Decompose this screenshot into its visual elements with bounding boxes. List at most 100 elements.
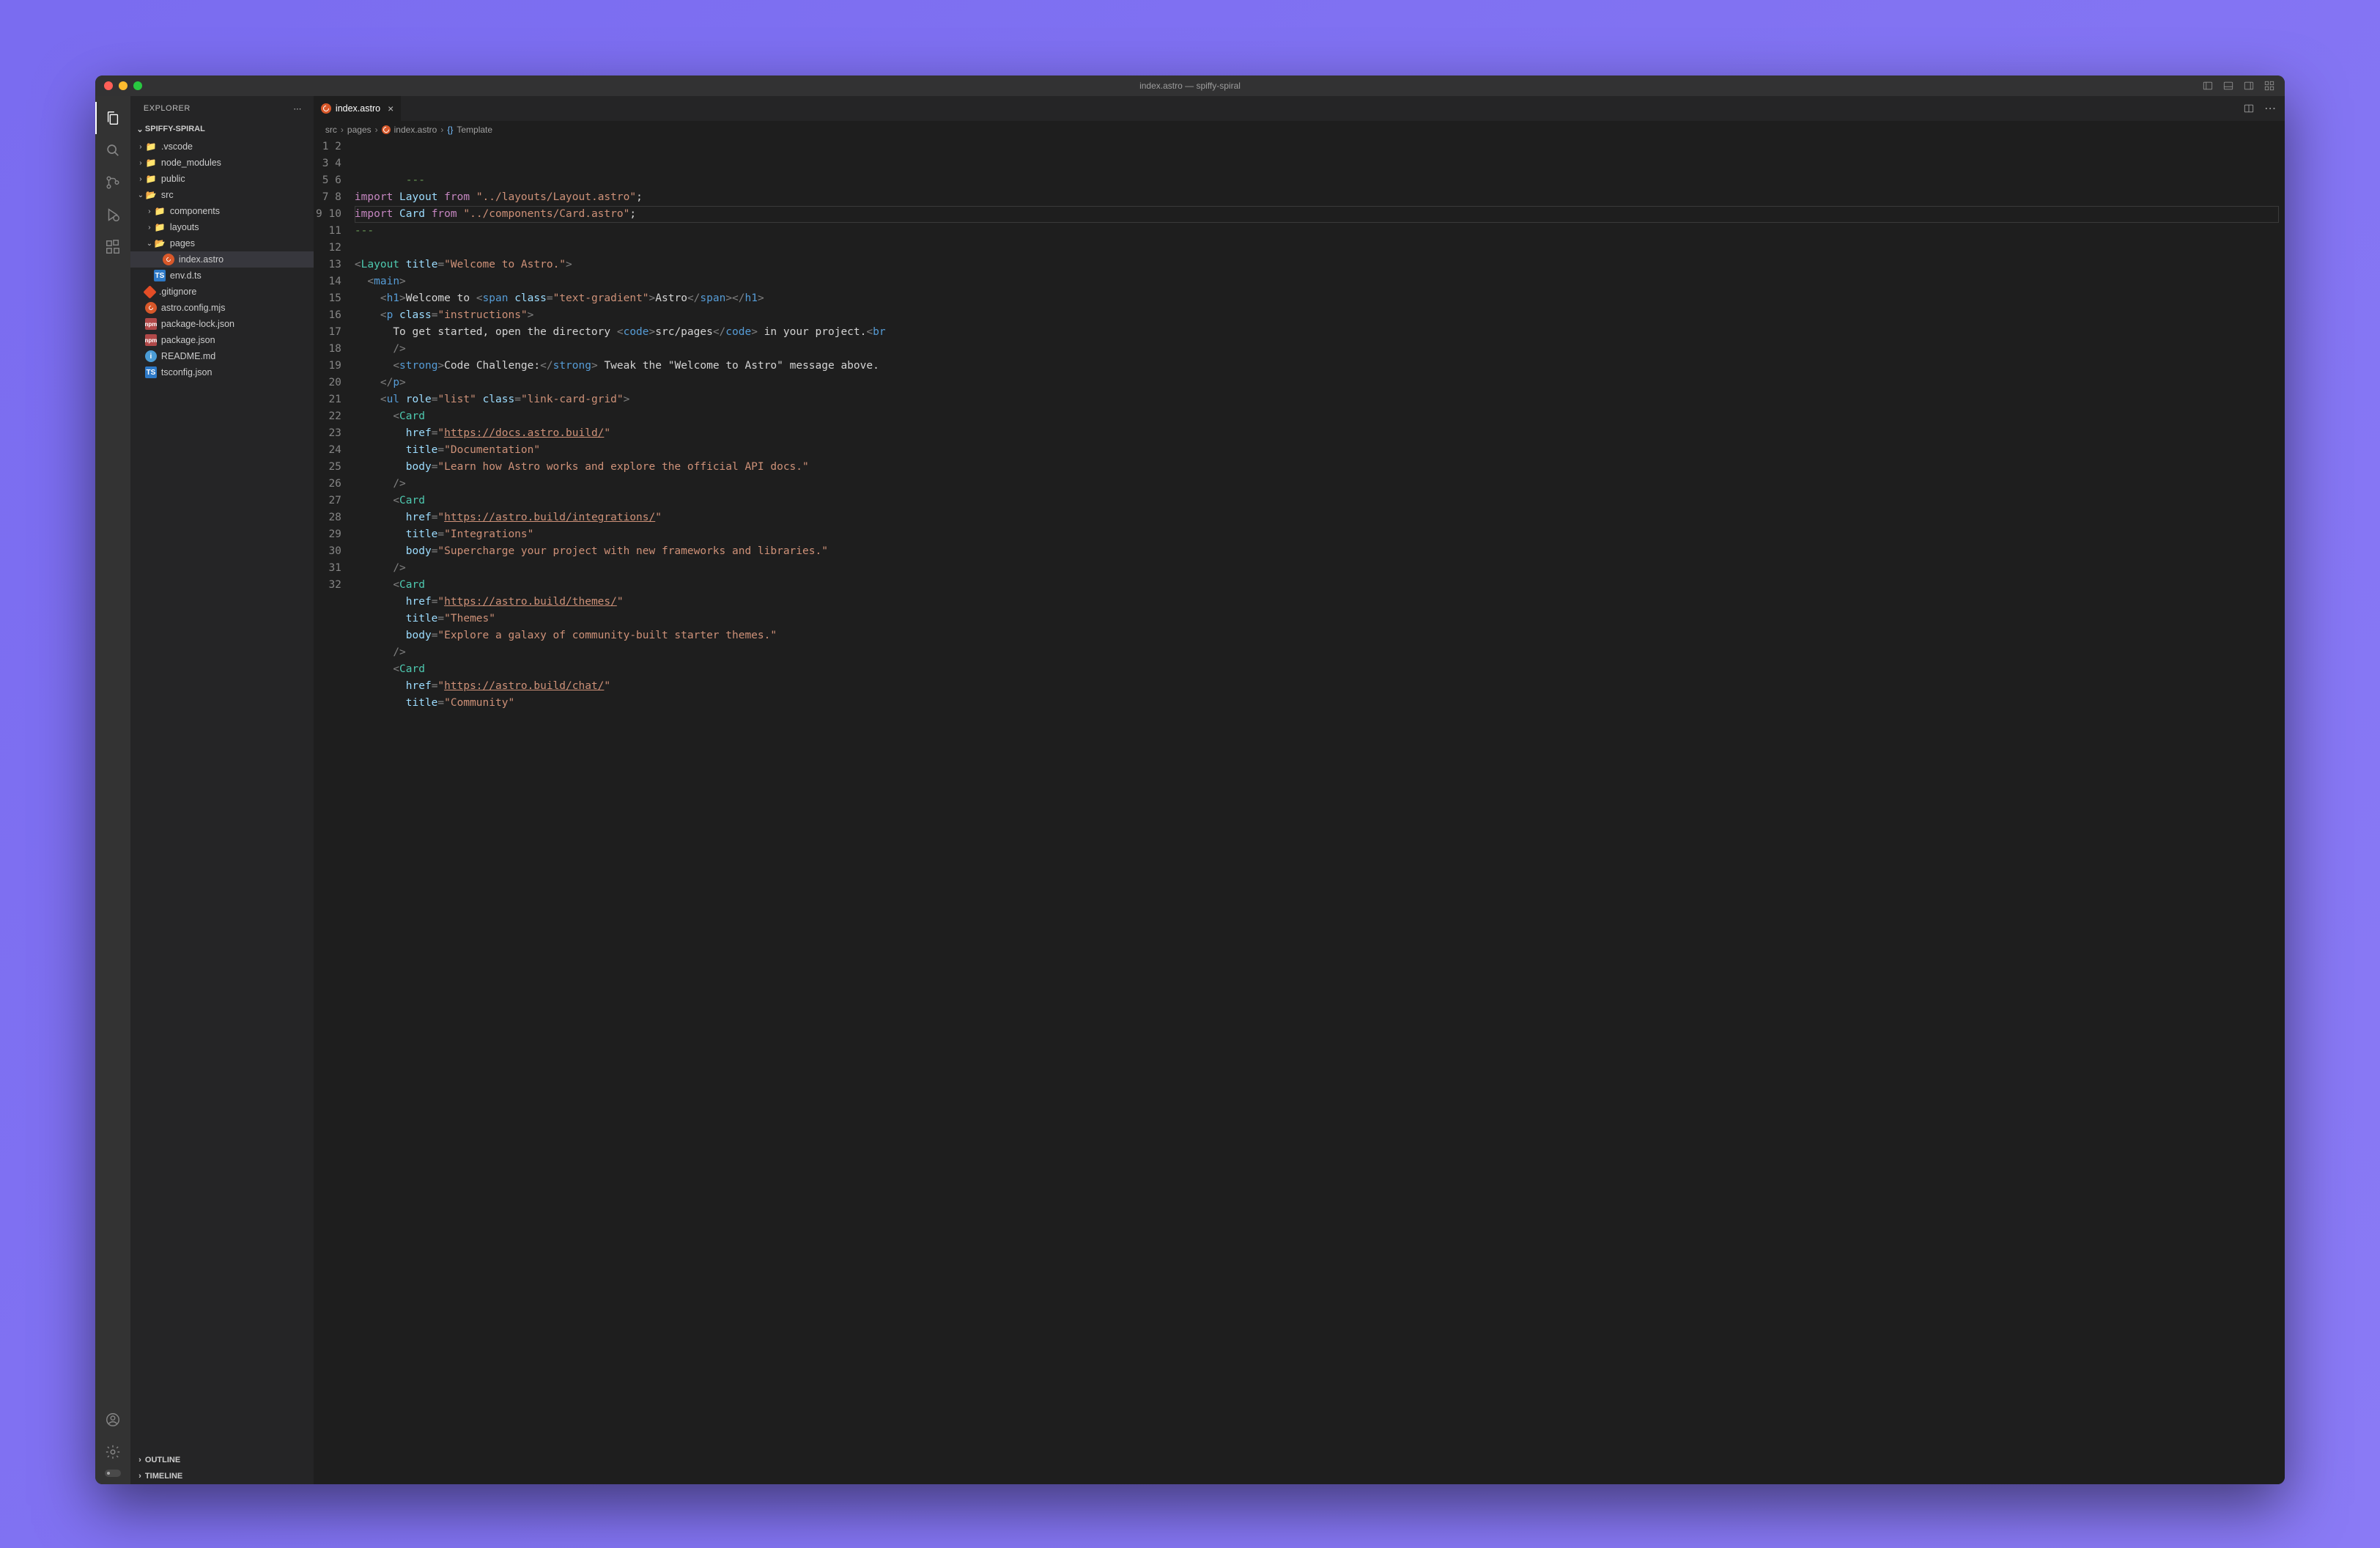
file-row[interactable]: index.astro	[130, 251, 314, 268]
code-editor[interactable]: 1 2 3 4 5 6 7 8 9 10 11 12 13 14 15 16 1…	[314, 139, 2285, 1484]
spacer	[136, 336, 145, 344]
breadcrumbs[interactable]: src › pages › index.astro › {} Template	[314, 121, 2285, 139]
file-row[interactable]: TS tsconfig.json	[130, 364, 314, 380]
file-icon	[143, 285, 156, 298]
tab-close-icon[interactable]: ×	[388, 103, 393, 114]
toggle-primary-sidebar-icon[interactable]	[2203, 81, 2213, 91]
folder-icon: 📁	[145, 157, 157, 169]
tree-item-label: node_modules	[161, 158, 221, 168]
search-icon[interactable]	[95, 134, 130, 166]
file-icon: i	[145, 350, 157, 362]
folder-icon: 📁	[154, 205, 166, 217]
customize-layout-icon[interactable]	[2264, 81, 2274, 91]
accounts-icon[interactable]	[95, 1404, 130, 1436]
run-debug-icon[interactable]	[95, 199, 130, 231]
chevron-right-icon: ›	[375, 125, 378, 135]
outline-label: OUTLINE	[145, 1456, 180, 1464]
folder-row[interactable]: ›📁 public	[130, 171, 314, 187]
tree-item-label: index.astro	[179, 254, 223, 265]
file-icon: npm	[145, 318, 157, 330]
spacer	[136, 320, 145, 328]
chevron-down-icon: ⌄	[136, 191, 145, 199]
file-icon: TS	[145, 366, 157, 378]
folder-icon: 📂	[145, 189, 157, 201]
astro-file-icon	[382, 125, 391, 134]
folder-icon: 📁	[145, 141, 157, 152]
project-name: SPIFFY-SPIRAL	[145, 125, 205, 133]
tree-item-label: package-lock.json	[161, 319, 234, 329]
vscode-window: index.astro — spiffy-spiral	[95, 75, 2285, 1484]
sidebar-more-icon[interactable]: ⋯	[293, 104, 302, 114]
tree-item-label: layouts	[170, 222, 199, 232]
timeline-label: TIMELINE	[145, 1472, 182, 1481]
tree-item-label: .gitignore	[159, 287, 196, 297]
chevron-right-icon: ›	[136, 143, 145, 151]
split-editor-icon[interactable]	[2244, 103, 2254, 114]
close-icon[interactable]	[104, 81, 113, 90]
file-row[interactable]: TS env.d.ts	[130, 268, 314, 284]
tree-item-label: env.d.ts	[170, 270, 202, 281]
file-row[interactable]: npm package-lock.json	[130, 316, 314, 332]
minimize-icon[interactable]	[119, 81, 128, 90]
folder-row[interactable]: ›📁 layouts	[130, 219, 314, 235]
status-pill-icon[interactable]	[105, 1470, 121, 1477]
tree-item-label: tsconfig.json	[161, 367, 212, 377]
folder-row[interactable]: ›📁 .vscode	[130, 139, 314, 155]
folder-icon: 📁	[145, 173, 157, 185]
tab-label: index.astro	[336, 103, 380, 114]
spacer	[136, 369, 145, 377]
chevron-right-icon: ›	[136, 159, 145, 167]
folder-row[interactable]: ›📁components	[130, 203, 314, 219]
spacer	[145, 272, 154, 280]
maximize-icon[interactable]	[133, 81, 142, 90]
extensions-icon[interactable]	[95, 231, 130, 263]
chevron-right-icon: ›	[136, 175, 145, 183]
crumb[interactable]: pages	[347, 125, 372, 135]
source-control-icon[interactable]	[95, 166, 130, 199]
editor-more-icon[interactable]: ⋯	[2264, 101, 2276, 116]
folder-icon: 📂	[154, 237, 166, 249]
tree-item-label: public	[161, 174, 185, 184]
file-icon: npm	[145, 334, 157, 346]
spacer	[154, 256, 163, 264]
line-number-gutter: 1 2 3 4 5 6 7 8 9 10 11 12 13 14 15 16 1…	[314, 139, 355, 1484]
folder-row[interactable]: ⌄📂pages	[130, 235, 314, 251]
tab-index-astro[interactable]: index.astro ×	[314, 96, 402, 121]
folder-row[interactable]: ⌄📂src	[130, 187, 314, 203]
toggle-secondary-sidebar-icon[interactable]	[2244, 81, 2254, 91]
toggle-panel-icon[interactable]	[2223, 81, 2233, 91]
file-row[interactable]: .gitignore	[130, 284, 314, 300]
astro-file-icon	[321, 103, 331, 114]
spacer	[136, 353, 145, 361]
tab-bar: index.astro × ⋯	[314, 96, 2285, 121]
crumb[interactable]: index.astro	[394, 125, 437, 135]
outline-section[interactable]: › OUTLINE	[130, 1452, 314, 1468]
sidebar-title: EXPLORER	[144, 104, 191, 113]
editor-group: index.astro × ⋯ src › pages › index.astr…	[314, 96, 2285, 1484]
file-row[interactable]: iREADME.md	[130, 348, 314, 364]
chevron-right-icon: ›	[145, 224, 154, 232]
chevron-right-icon: ›	[135, 1456, 145, 1464]
activity-bar	[95, 96, 130, 1484]
project-section[interactable]: ⌄ SPIFFY-SPIRAL	[130, 121, 314, 137]
folder-row[interactable]: ›📁 node_modules	[130, 155, 314, 171]
file-row[interactable]: astro.config.mjs	[130, 300, 314, 316]
explorer-sidebar: EXPLORER ⋯ ⌄ SPIFFY-SPIRAL ›📁.vscode›📁no…	[130, 96, 314, 1484]
tree-item-label: package.json	[161, 335, 215, 345]
chevron-down-icon: ⌄	[135, 125, 145, 134]
tree-item-label: pages	[170, 238, 195, 248]
cursor-line	[355, 206, 2279, 223]
file-row[interactable]: npm package.json	[130, 332, 314, 348]
spacer	[136, 304, 145, 312]
tree-item-label: .vscode	[161, 141, 193, 152]
settings-gear-icon[interactable]	[95, 1436, 130, 1468]
file-tree: ›📁.vscode›📁node_modules›📁public⌄📂src›📁co…	[130, 137, 314, 1452]
crumb[interactable]: src	[325, 125, 337, 135]
explorer-icon[interactable]	[95, 102, 130, 134]
file-icon: TS	[154, 270, 166, 281]
code-content[interactable]: --- import Layout from "../layouts/Layou…	[355, 139, 2285, 1484]
folder-icon: 📁	[154, 221, 166, 233]
timeline-section[interactable]: › TIMELINE	[130, 1468, 314, 1484]
crumb[interactable]: Template	[457, 125, 492, 135]
file-icon	[145, 302, 157, 314]
